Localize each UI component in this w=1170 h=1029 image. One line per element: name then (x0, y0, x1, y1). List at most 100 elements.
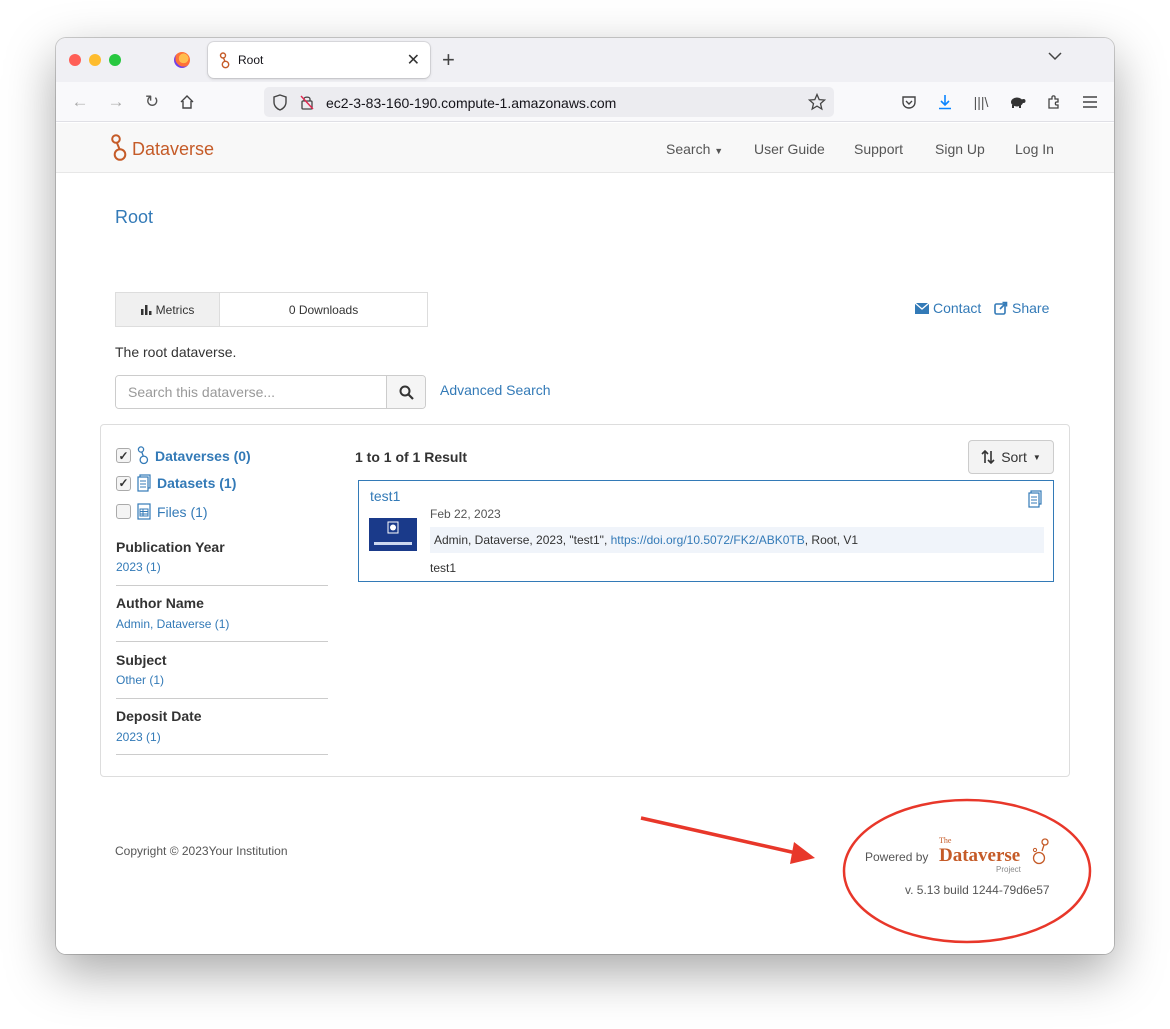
address-bar[interactable]: ec2-3-83-160-190.compute-1.amazonaws.com (264, 87, 834, 117)
search-icon (399, 385, 414, 400)
version-text: v. 5.13 build 1244-79d6e57 (905, 883, 1050, 897)
extensions-puzzle-icon[interactable] (1043, 91, 1065, 113)
logo-name-text: Dataverse (939, 845, 1020, 866)
pocket-icon[interactable] (898, 91, 920, 113)
nav-support[interactable]: Support (854, 141, 903, 157)
footer-copyright: Copyright © 2023Your Institution (115, 844, 288, 858)
facet-dataverses[interactable]: ✓ Dataverses (0) (116, 446, 251, 465)
maximize-window-button[interactable] (109, 54, 121, 66)
dataverse-favicon-icon (219, 52, 230, 69)
nav-user-guide[interactable]: User Guide (754, 141, 825, 157)
sort-icon (981, 450, 995, 464)
dataverses-checkbox[interactable]: ✓ (116, 448, 131, 463)
facet-divider (116, 641, 328, 642)
nav-search-label: Search (666, 141, 711, 157)
result-title[interactable]: test1 (370, 488, 400, 504)
library-icon[interactable]: |||\ (970, 91, 992, 113)
tab-title: Root (238, 53, 264, 67)
result-card: test1 Feb 22, 2023 Admin, Dataverse, 202… (358, 480, 1054, 582)
files-checkbox[interactable] (116, 504, 131, 519)
share-button[interactable]: Share (994, 300, 1049, 316)
powered-by-label: Powered by (865, 850, 929, 864)
result-date: Feb 22, 2023 (430, 507, 501, 521)
search-input[interactable] (116, 376, 387, 408)
new-tab-icon[interactable]: + (442, 47, 455, 73)
browser-toolbar: ← → ↻ ec2-3-83-160-190.compute-1.amazona… (56, 82, 1114, 122)
logo-the-text: The (939, 836, 952, 845)
logo-project-text: Project (996, 865, 1022, 874)
facet-value-subject[interactable]: Other (1) (116, 673, 164, 687)
facet-value-deposit-date[interactable]: 2023 (1) (116, 730, 161, 744)
bookmark-star-icon[interactable] (808, 93, 826, 111)
tab-bar: Root ✕ + (56, 38, 1114, 82)
brand-name[interactable]: Dataverse (132, 139, 214, 160)
caret-down-icon: ▼ (714, 146, 724, 156)
bar-chart-icon (140, 304, 152, 315)
facet-files[interactable]: Files (1) (116, 503, 208, 520)
dataverse-project-logo[interactable]: The Dataverse Project (939, 835, 1053, 880)
reload-icon[interactable]: ↻ (141, 91, 163, 113)
dataverse-navbar: Dataverse Search ▼ User Guide Support Si… (56, 123, 1114, 173)
url-text: ec2-3-83-160-190.compute-1.amazonaws.com (326, 95, 617, 111)
tab-root[interactable]: Root ✕ (208, 42, 430, 78)
sort-button[interactable]: Sort ▼ (968, 440, 1054, 474)
downloads-icon[interactable] (934, 91, 956, 113)
shield-icon[interactable] (272, 94, 288, 111)
home-icon[interactable] (176, 91, 198, 113)
browser-window: Root ✕ + ← → ↻ ec2-3-83-160-190.compute-… (56, 38, 1114, 954)
metrics-label: Metrics (116, 293, 220, 326)
metrics-block: Metrics 0 Downloads (115, 292, 428, 327)
dataset-thumbnail-image[interactable] (369, 518, 417, 551)
back-arrow-icon[interactable]: ← (69, 91, 91, 113)
citation-prefix: Admin, Dataverse, 2023, "test1", (434, 533, 611, 547)
advanced-search-link[interactable]: Advanced Search (440, 382, 551, 398)
result-citation: Admin, Dataverse, 2023, "test1", https:/… (430, 527, 1044, 553)
results-count: 1 to 1 of 1 Result (355, 449, 468, 465)
share-icon (994, 301, 1008, 315)
page-title[interactable]: Root (115, 207, 153, 228)
page-content: Dataverse Search ▼ User Guide Support Si… (56, 123, 1114, 954)
facet-divider (116, 698, 328, 699)
facet-datasets-label: Datasets (1) (157, 475, 237, 491)
result-description: test1 (430, 561, 457, 575)
nav-search-dropdown[interactable]: Search ▼ (666, 141, 723, 157)
envelope-icon (915, 302, 929, 314)
citation-suffix: , Root, V1 (804, 533, 859, 547)
contact-label: Contact (933, 300, 982, 316)
facet-heading-author-name: Author Name (116, 595, 204, 611)
file-icon (137, 503, 151, 520)
facet-heading-publication-year: Publication Year (116, 539, 225, 555)
facet-datasets[interactable]: ✓ Datasets (1) (116, 474, 236, 492)
facet-heading-deposit-date: Deposit Date (116, 708, 202, 724)
list-tabs-chevron-icon[interactable] (1048, 51, 1062, 61)
facet-files-label: Files (1) (157, 503, 208, 520)
dataset-icon (1028, 490, 1042, 508)
share-label: Share (1012, 300, 1050, 316)
facet-value-publication-year[interactable]: 2023 (1) (116, 560, 161, 574)
contact-button[interactable]: Contact (915, 300, 981, 316)
close-tab-icon[interactable]: ✕ (407, 50, 420, 70)
doi-link[interactable]: https://doi.org/10.5072/FK2/ABK0TB (611, 533, 805, 547)
search-button[interactable] (386, 376, 425, 408)
dataverse-icon (137, 446, 149, 465)
forward-arrow-icon[interactable]: → (105, 91, 127, 113)
results-panel: ✓ Dataverses (0) ✓ Datasets (1) Files (1… (100, 424, 1070, 777)
downloads-count: 0 Downloads (288, 302, 359, 317)
datasets-checkbox[interactable]: ✓ (116, 475, 131, 491)
nav-log-in[interactable]: Log In (1015, 141, 1054, 157)
caret-down-icon: ▼ (1032, 452, 1041, 462)
nav-sign-up[interactable]: Sign Up (935, 141, 985, 157)
firefox-view-icon[interactable] (174, 52, 190, 68)
facet-value-author-name[interactable]: Admin, Dataverse (1) (116, 617, 229, 631)
extension-turtle-icon[interactable] (1006, 91, 1028, 113)
facet-divider (116, 585, 328, 586)
close-window-button[interactable] (69, 54, 81, 66)
facet-divider (116, 754, 328, 755)
insecure-lock-icon[interactable] (300, 95, 314, 110)
minimize-window-button[interactable] (89, 54, 101, 66)
hamburger-menu-icon[interactable] (1079, 91, 1101, 113)
dataverse-logo-icon[interactable] (110, 134, 128, 162)
facet-dataverses-label: Dataverses (0) (155, 447, 251, 464)
sort-label: Sort (1001, 449, 1027, 465)
search-box (115, 375, 426, 409)
